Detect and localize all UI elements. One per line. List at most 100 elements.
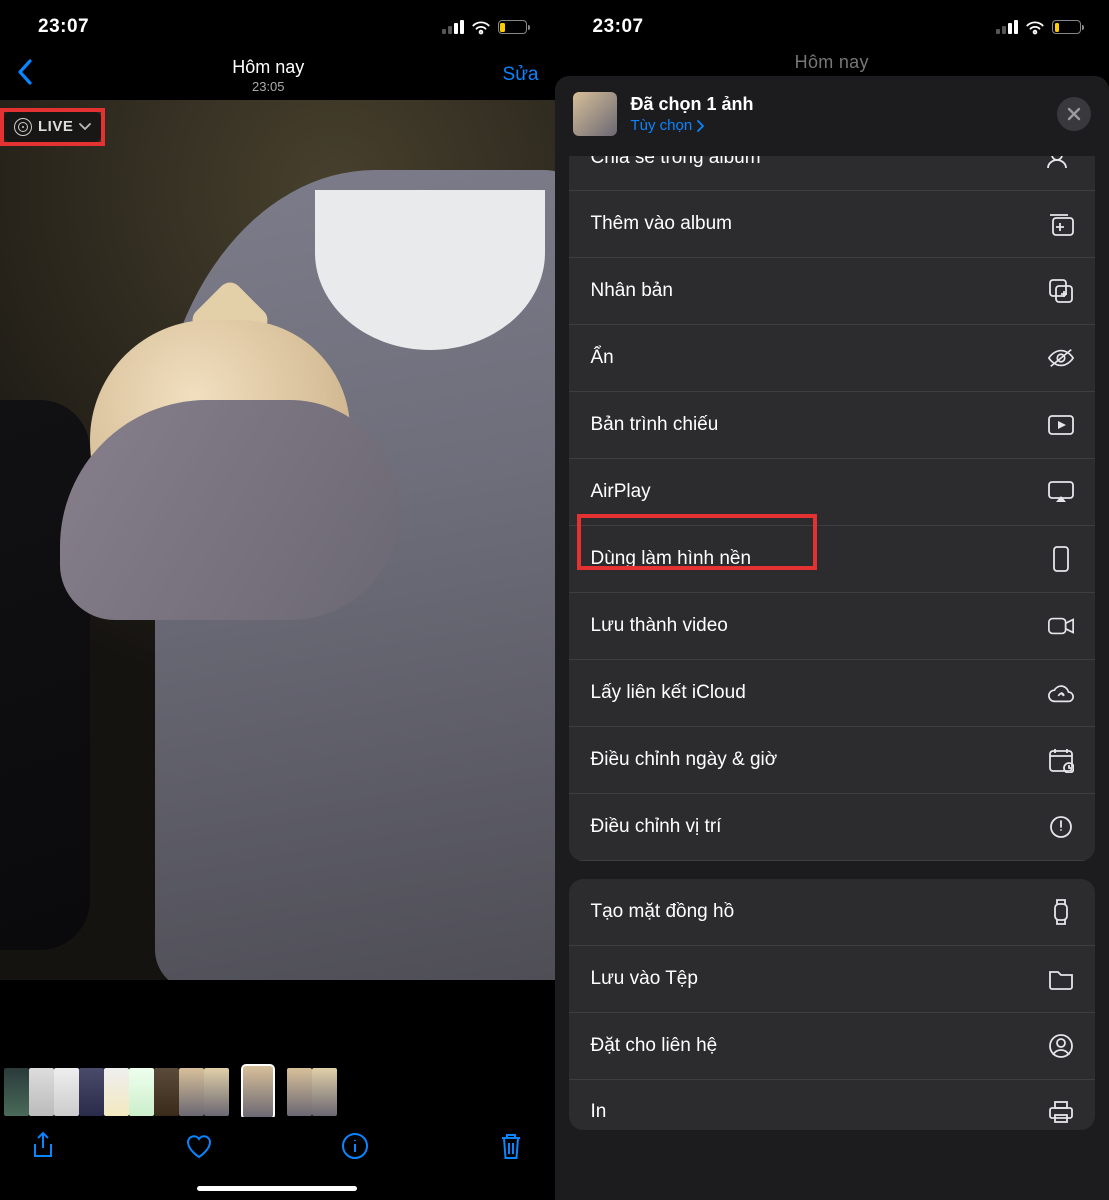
albums-icon bbox=[1047, 210, 1075, 238]
airplay-icon bbox=[1047, 478, 1075, 506]
action-label: AirPlay bbox=[591, 481, 651, 503]
thumb[interactable] bbox=[204, 1068, 229, 1116]
sheet-thumbnail bbox=[573, 92, 617, 136]
sheet-header: Đã chọn 1 ảnh Tùy chọn bbox=[555, 76, 1109, 154]
chevron-down-icon bbox=[79, 123, 91, 131]
live-rings-icon bbox=[14, 118, 32, 136]
cellular-icon bbox=[996, 20, 1018, 34]
thumb[interactable] bbox=[79, 1068, 104, 1116]
thumb[interactable] bbox=[154, 1068, 179, 1116]
action-icloud-link[interactable]: Lấy liên kết iCloud bbox=[569, 660, 1096, 727]
share-sheet: Đã chọn 1 ảnh Tùy chọn Chia sẻ trong alb… bbox=[555, 76, 1109, 1200]
annotation-highlight-live: LIVE bbox=[0, 108, 105, 146]
nav-title-peek: Hôm nay bbox=[555, 50, 1109, 76]
action-duplicate[interactable]: Nhân bản bbox=[569, 258, 1096, 325]
slideshow-icon bbox=[1047, 411, 1075, 439]
action-save-to-files[interactable]: Lưu vào Tệp bbox=[569, 946, 1096, 1013]
close-button[interactable] bbox=[1057, 97, 1091, 131]
status-time: 23:07 bbox=[593, 16, 644, 38]
files-icon bbox=[1047, 965, 1075, 993]
nav-bar: Hôm nay 23:05 Sửa bbox=[0, 50, 555, 100]
live-badge[interactable]: LIVE bbox=[4, 112, 101, 142]
location-icon bbox=[1047, 813, 1075, 841]
photo-viewer[interactable] bbox=[0, 100, 555, 980]
icloud-link-icon bbox=[1047, 679, 1075, 707]
action-save-as-video[interactable]: Lưu thành video bbox=[569, 593, 1096, 660]
action-label: Lưu thành video bbox=[591, 615, 728, 637]
action-label: Điều chỉnh ngày & giờ bbox=[591, 749, 778, 771]
thumb[interactable] bbox=[54, 1068, 79, 1116]
action-group: Tạo mặt đồng hồ Lưu vào Tệp Đặt cho liên… bbox=[569, 879, 1096, 1130]
calendar-icon bbox=[1047, 746, 1075, 774]
duplicate-icon bbox=[1047, 277, 1075, 305]
action-label: Bản trình chiếu bbox=[591, 414, 719, 436]
action-use-as-wallpaper[interactable]: Dùng làm hình nền bbox=[569, 526, 1096, 593]
thumb[interactable] bbox=[4, 1068, 29, 1116]
wallpaper-icon bbox=[1047, 545, 1075, 573]
info-button[interactable] bbox=[336, 1127, 374, 1165]
close-icon bbox=[1067, 107, 1081, 121]
action-adjust-date-time[interactable]: Điều chỉnh ngày & giờ bbox=[569, 727, 1096, 794]
action-label: Điều chỉnh vị trí bbox=[591, 816, 722, 838]
action-label: Nhân bản bbox=[591, 280, 673, 302]
action-print[interactable]: In bbox=[569, 1080, 1096, 1130]
action-hide[interactable]: Ẩn bbox=[569, 325, 1096, 392]
thumb[interactable] bbox=[104, 1068, 129, 1116]
edit-button[interactable]: Sửa bbox=[503, 64, 539, 86]
action-label: Đặt cho liên hệ bbox=[591, 1035, 718, 1057]
action-label: Thêm vào album bbox=[591, 213, 733, 235]
share-button[interactable] bbox=[24, 1127, 62, 1165]
status-indicators bbox=[996, 20, 1081, 35]
status-time: 23:07 bbox=[38, 16, 89, 38]
action-slideshow[interactable]: Bản trình chiếu bbox=[569, 392, 1096, 459]
nav-title: Hôm nay bbox=[232, 57, 304, 78]
thumb[interactable] bbox=[287, 1068, 312, 1116]
action-share-in-album[interactable]: Chia sẻ trong album bbox=[569, 156, 1096, 191]
favorite-button[interactable] bbox=[180, 1127, 218, 1165]
action-group: Chia sẻ trong album Thêm vào album Nhân … bbox=[569, 156, 1096, 861]
thumb[interactable] bbox=[129, 1068, 154, 1116]
sheet-options-button[interactable]: Tùy chọn bbox=[631, 117, 1044, 134]
action-label: In bbox=[591, 1101, 607, 1123]
thumb-current[interactable] bbox=[241, 1064, 275, 1120]
battery-icon bbox=[1052, 20, 1081, 34]
thumb[interactable] bbox=[312, 1068, 337, 1116]
battery-icon bbox=[498, 20, 527, 34]
wifi-icon bbox=[1025, 20, 1045, 35]
nav-title-block: Hôm nay 23:05 bbox=[232, 57, 304, 94]
phone-left: 23:07 Hôm nay 23:05 Sửa LIVE bbox=[0, 0, 555, 1200]
nav-subtitle: 23:05 bbox=[232, 79, 304, 94]
action-list[interactable]: Chia sẻ trong album Thêm vào album Nhân … bbox=[555, 156, 1109, 1200]
action-add-to-album[interactable]: Thêm vào album bbox=[569, 191, 1096, 258]
action-label: Ẩn bbox=[591, 347, 614, 369]
action-adjust-location[interactable]: Điều chỉnh vị trí bbox=[569, 794, 1096, 861]
status-bar: 23:07 bbox=[555, 0, 1109, 50]
status-bar: 23:07 bbox=[0, 0, 555, 50]
action-label: Chia sẻ trong album bbox=[591, 156, 761, 169]
action-label: Lưu vào Tệp bbox=[591, 968, 698, 990]
phone-right: 23:07 Hôm nay Đã chọn 1 ảnh Tùy chọn bbox=[555, 0, 1109, 1200]
sheet-options-label: Tùy chọn bbox=[631, 117, 693, 134]
action-assign-to-contact[interactable]: Đặt cho liên hệ bbox=[569, 1013, 1096, 1080]
action-label: Tạo mặt đồng hồ bbox=[591, 901, 735, 923]
photo-filmstrip[interactable] bbox=[0, 1067, 555, 1117]
watch-icon bbox=[1047, 898, 1075, 926]
action-airplay[interactable]: AirPlay bbox=[569, 459, 1096, 526]
print-icon bbox=[1047, 1098, 1075, 1126]
status-indicators bbox=[442, 20, 527, 35]
action-create-watch-face[interactable]: Tạo mặt đồng hồ bbox=[569, 879, 1096, 946]
video-icon bbox=[1047, 612, 1075, 640]
shared-album-icon bbox=[1047, 156, 1075, 172]
chevron-right-icon bbox=[696, 120, 704, 132]
cellular-icon bbox=[442, 20, 464, 34]
action-label: Dùng làm hình nền bbox=[591, 548, 752, 570]
contact-icon bbox=[1047, 1032, 1075, 1060]
thumb[interactable] bbox=[179, 1068, 204, 1116]
hide-icon bbox=[1047, 344, 1075, 372]
delete-button[interactable] bbox=[492, 1127, 530, 1165]
thumb[interactable] bbox=[29, 1068, 54, 1116]
home-indicator[interactable] bbox=[197, 1186, 357, 1191]
sheet-title: Đã chọn 1 ảnh bbox=[631, 94, 1044, 115]
wifi-icon bbox=[471, 20, 491, 35]
back-button[interactable] bbox=[16, 58, 34, 92]
